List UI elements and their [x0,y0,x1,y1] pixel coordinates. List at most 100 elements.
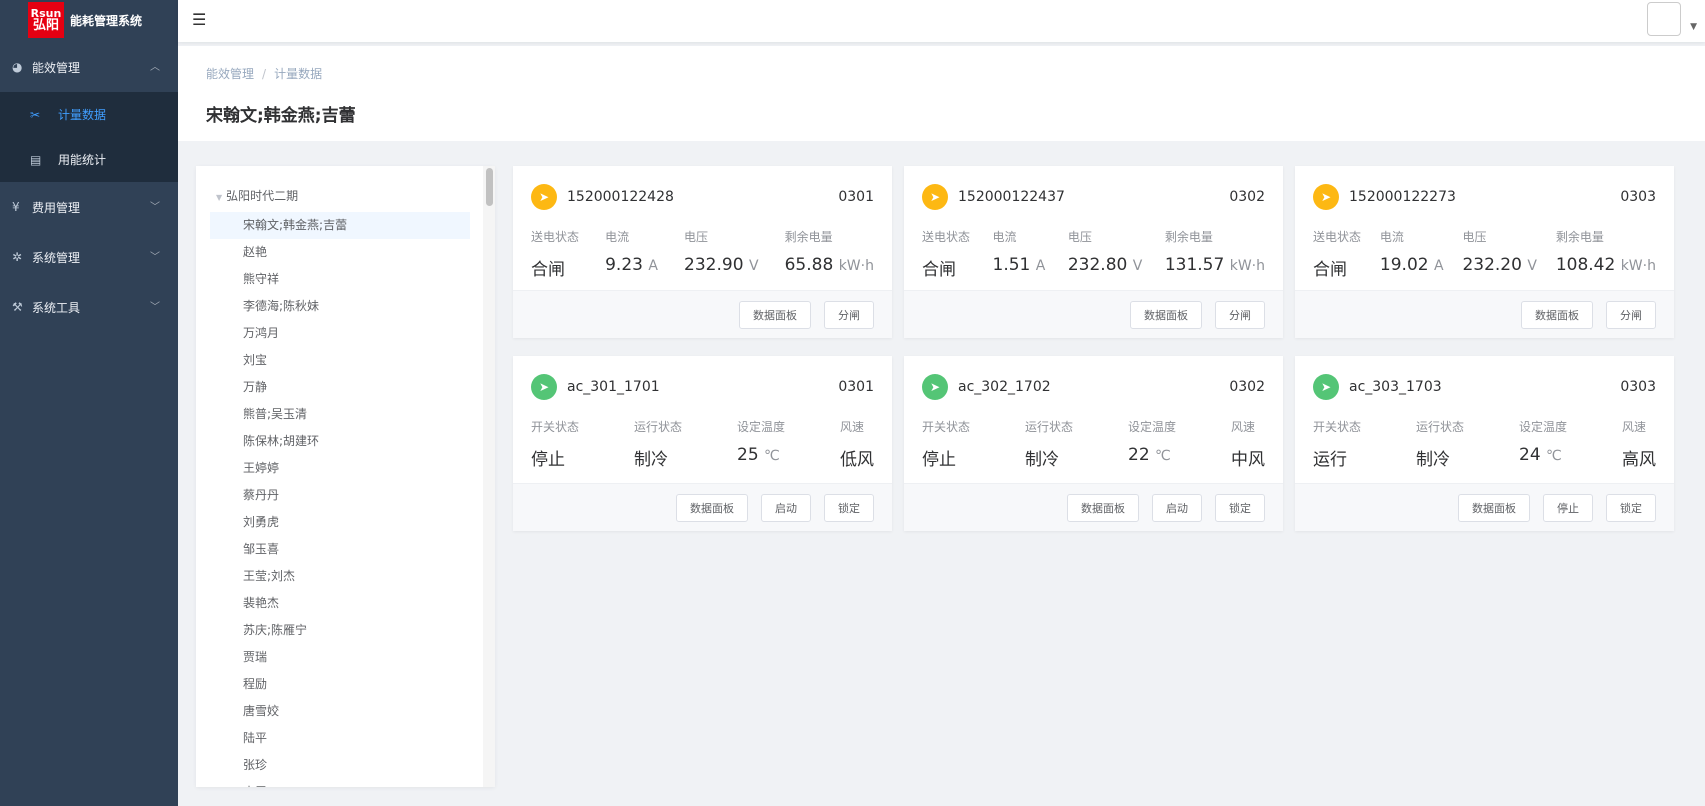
metric-switch-state: 开关状态 停止 [531,418,579,470]
metric-label: 开关状态 [1313,420,1362,434]
tree-node[interactable]: 陈保林;胡建环 [210,428,470,455]
menu-label: 能效管理 [32,60,81,75]
submenu-item-energy-stats[interactable]: ▤ 用能统计 [0,137,178,182]
data-panel-button[interactable]: 数据面板 [1458,493,1530,522]
metric-run-mode: 运行状态 制冷 [634,418,682,470]
tree-node[interactable]: 唐雪姣 [210,698,470,725]
device-id: 152000122437 [958,189,1065,205]
page-title: 宋翰文;韩金燕;吉蕾 [206,106,356,126]
metric-label: 电流 [992,230,1017,244]
metric-label: 设定温度 [737,420,786,434]
metric-value: 108.42 [1555,255,1616,275]
device-id: ac_301_1701 [567,379,660,395]
metric-unit: ℃ [764,448,780,464]
lock-button[interactable]: 锁定 [824,493,874,522]
submenu-item-metering-data[interactable]: ✂ 计量数据 [0,92,178,137]
metric-balance: 剩余电量 65.88 kW·h [785,228,874,280]
lock-button[interactable]: 锁定 [1215,493,1265,522]
metric-label: 电压 [684,230,709,244]
metric-label: 风速 [1231,420,1256,434]
data-panel-button[interactable]: 数据面板 [1521,300,1593,329]
metric-set-temp: 设定温度 25 ℃ [737,418,785,470]
metric-label: 剩余电量 [1164,230,1213,244]
lock-button[interactable]: 锁定 [1606,493,1656,522]
room-number: 0303 [1620,189,1656,205]
stop-button[interactable]: 停止 [1543,493,1593,522]
tree-node[interactable]: 赵艳 [210,239,470,266]
menu-system[interactable]: ✲ 系统管理 ﹀ [0,232,178,282]
data-panel-button[interactable]: 数据面板 [1067,493,1139,522]
menu-tools[interactable]: ⚒ 系统工具 ﹀ [0,282,178,332]
start-button[interactable]: 启动 [761,493,811,522]
hamburger-icon[interactable]: ☰ [192,10,206,29]
metric-value: 制冷 [1025,450,1059,470]
open-switch-button[interactable]: 分闸 [1606,300,1656,329]
tree-node[interactable]: 邹玉喜 [210,536,470,563]
scrollbar-thumb[interactable] [486,168,493,206]
tree-node[interactable]: 熊普;吴玉清 [210,401,470,428]
metric-set-temp: 设定温度 22 ℃ [1128,418,1176,470]
tree-node[interactable]: 李德海;陈秋妹 [210,293,470,320]
caret-down-icon[interactable]: ▼ [1690,22,1697,32]
metric-unit: V [1527,258,1537,274]
breadcrumb-item-current: 计量数据 [274,67,323,81]
metric-label: 运行状态 [1416,420,1465,434]
data-panel-button[interactable]: 数据面板 [676,493,748,522]
metric-label: 送电状态 [531,230,580,244]
tree-node[interactable]: 刘勇虎 [210,509,470,536]
tree-node[interactable]: 贾瑞 [210,644,470,671]
tree-node[interactable]: 陆平 [210,725,470,752]
tree-node[interactable]: 苏庆;陈雁宁 [210,617,470,644]
tree-node[interactable]: 程励 [210,671,470,698]
tree-scrollbar[interactable] [483,166,495,787]
open-switch-button[interactable]: 分闸 [1215,300,1265,329]
submenu-label: 计量数据 [58,108,107,122]
tree-node[interactable]: 王莹;刘杰 [210,563,470,590]
metric-label: 设定温度 [1128,420,1177,434]
metric-label: 开关状态 [922,420,971,434]
tree-node[interactable]: 万鸿月 [210,320,470,347]
logo-line2: 弘阳 [32,18,59,33]
tree-node[interactable]: 蔡丹丹 [210,482,470,509]
metric-value: 131.57 [1164,255,1225,275]
device-id: ac_303_1703 [1349,379,1442,395]
metric-label: 送电状态 [1313,230,1362,244]
metric-switch-state: 开关状态 运行 [1313,418,1361,470]
tree-node[interactable]: 熊守祥 [210,266,470,293]
dashboard-icon: ◕ [12,60,23,74]
data-panel-button[interactable]: 数据面板 [739,300,811,329]
metric-unit: ℃ [1155,448,1171,464]
tree-node[interactable]: 刘宝 [210,347,470,374]
avatar[interactable] [1647,2,1681,36]
tree-node[interactable]: 万静 [210,374,470,401]
metric-value: 中风 [1231,450,1265,470]
logo[interactable]: Rsun 弘阳 能耗管理系统 [0,0,178,40]
metric-fan-speed: 风速 低风 [840,418,874,470]
breadcrumb-item[interactable]: 能效管理 [206,67,254,81]
send-icon: ➤ [531,374,557,400]
tree-list: 宋翰文;韩金燕;吉蕾 赵艳 熊守祥 李德海;陈秋妹 万鸿月 刘宝 万静 熊普;吴玉清 陈保林;胡… [210,212,470,787]
menu-fees[interactable]: ¥ 费用管理 ﹀ [0,182,178,232]
metric-value: 合闸 [922,260,956,280]
chevron-down-icon: ﹀ [150,202,160,213]
tree-root[interactable]: ▼ 弘阳时代二期 [216,187,298,204]
start-button[interactable]: 启动 [1152,493,1202,522]
tree-node[interactable]: 张珍 [210,752,470,779]
tree-node[interactable]: 史雷 [210,779,470,787]
metric-unit: A [1035,258,1046,274]
app-title: 能耗管理系统 [70,13,143,28]
metric-label: 剩余电量 [1555,230,1604,244]
tree-node[interactable]: 裴艳杰 [210,590,470,617]
metric-label: 电压 [1462,230,1487,244]
chevron-up-icon: ︿ [150,62,160,73]
metric-fan-speed: 风速 中风 [1231,418,1265,470]
breadcrumb-separator: / [262,67,267,81]
caret-down-icon[interactable]: ▼ [216,193,222,202]
tree-node[interactable]: 宋翰文;韩金燕;吉蕾 [210,212,470,239]
menu-energy-efficiency[interactable]: ◕ 能效管理 ︿ [0,42,178,92]
tree-node[interactable]: 王婷婷 [210,455,470,482]
ac-card: ➤ ac_302_1702 0302 开关状态 停止 运行状态 制冷 设定温度 22 … [904,356,1283,531]
open-switch-button[interactable]: 分闸 [824,300,874,329]
metric-label: 电压 [1067,230,1092,244]
data-panel-button[interactable]: 数据面板 [1130,300,1202,329]
